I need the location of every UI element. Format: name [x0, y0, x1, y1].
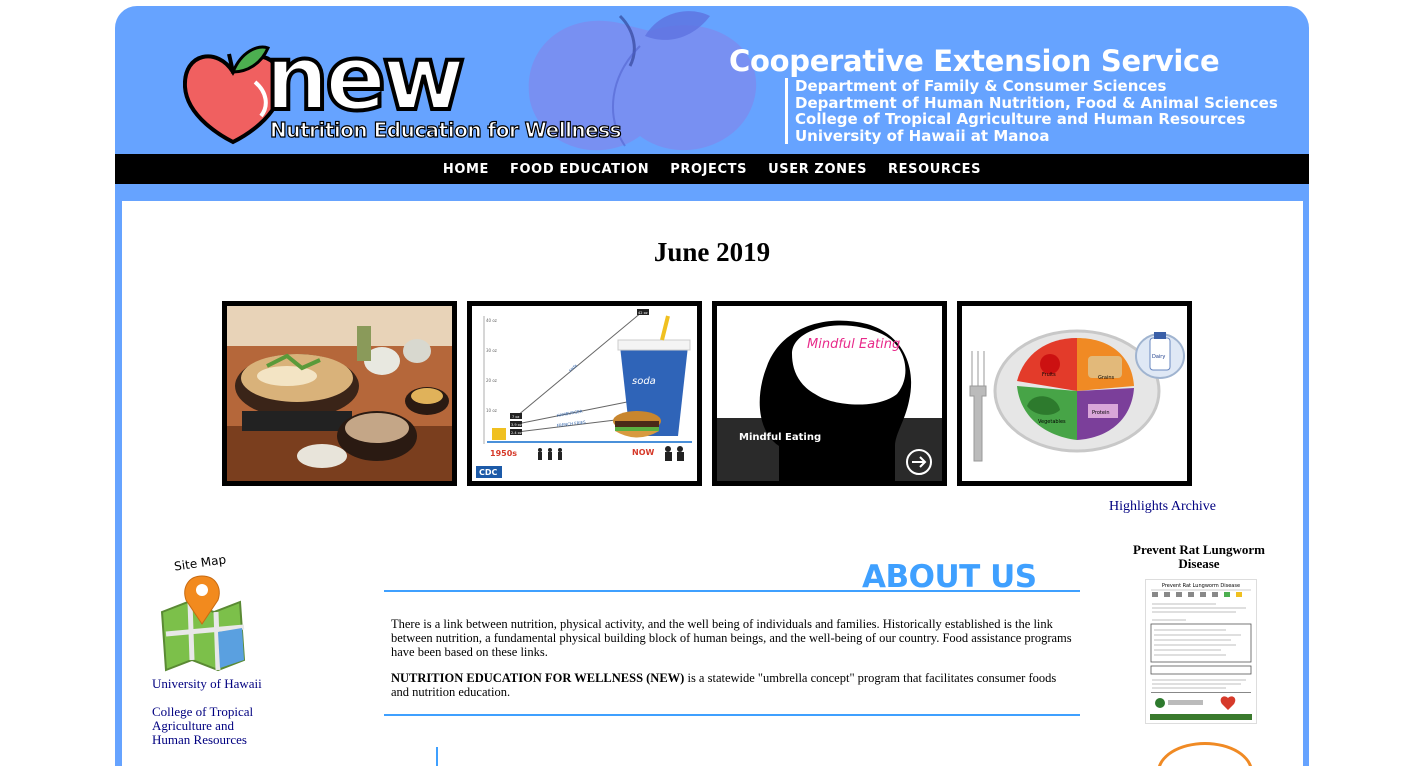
- about-paragraph: There is a link between nutrition, physi…: [391, 617, 1072, 659]
- svg-text:NOW: NOW: [632, 448, 654, 457]
- svg-text:7 oz: 7 oz: [512, 415, 519, 419]
- mindful-eating-head-text: Mindful Eating: [807, 337, 900, 352]
- svg-text:Grains: Grains: [1098, 375, 1115, 381]
- svg-text:1950s: 1950s: [490, 449, 517, 458]
- about-bottom-rule: [384, 714, 1080, 716]
- nav-projects[interactable]: PROJECTS: [670, 162, 747, 177]
- rat-lungworm-poster[interactable]: Prevent Rat Lungworm Disease: [1145, 579, 1257, 724]
- mindful-eating-graphic: Mindful Eating Mindful Eating: [717, 306, 942, 481]
- svg-text:Dairy: Dairy: [1152, 354, 1165, 360]
- org-divider: [785, 78, 788, 144]
- logo-new-wordmark: new: [263, 26, 467, 131]
- decorative-orange-arc: [1157, 742, 1253, 766]
- svg-text:Fruits: Fruits: [1042, 372, 1056, 378]
- rat-lungworm-title: Prevent Rat Lungworm Disease: [1133, 542, 1265, 571]
- org-title: Cooperative Extension Service: [729, 44, 1220, 78]
- tile-japanese-meal[interactable]: [222, 301, 457, 486]
- svg-text:CDC: CDC: [479, 468, 498, 477]
- org-line: Department of Family & Consumer Sciences: [795, 77, 1167, 95]
- svg-text:FRENCH FRIES: FRENCH FRIES: [557, 419, 587, 428]
- org-departments: Department of Family & Consumer Sciences…: [795, 78, 1278, 144]
- about-us-heading: ABOUT US: [862, 559, 1037, 595]
- svg-text:soda: soda: [632, 376, 656, 387]
- org-line: Department of Human Nutrition, Food & An…: [795, 93, 1278, 112]
- svg-text:2.4 oz: 2.4 oz: [511, 431, 522, 435]
- poster-title: Prevent Rat Lungworm Disease: [1162, 583, 1240, 589]
- map-pin-icon: [160, 575, 246, 672]
- tile-myplate[interactable]: Fruits Grains Vegetables Protein Dairy: [957, 301, 1192, 486]
- svg-text:3.9 oz: 3.9 oz: [511, 423, 522, 427]
- svg-text:42 oz: 42 oz: [638, 311, 648, 315]
- logo-subtitle: Nutrition Education for Wellness: [269, 117, 622, 142]
- about-program-name: NUTRITION EDUCATION FOR WELLNESS (NEW): [391, 671, 685, 685]
- external-links: University of Hawaii College of Tropical…: [152, 677, 302, 761]
- nav-food-education[interactable]: FOOD EDUCATION: [510, 162, 649, 177]
- y-tick: 20 oz: [486, 378, 497, 383]
- org-line: College of Tropical Agriculture and Huma…: [795, 110, 1246, 128]
- tile-portion-sizes[interactable]: 40 oz 30 oz 20 oz 10 oz 7 oz 3.9 oz 2.4 …: [467, 301, 702, 486]
- section-marker: [436, 747, 438, 766]
- svg-text:Protein: Protein: [1092, 410, 1110, 416]
- svg-text:soda: soda: [567, 362, 578, 372]
- y-tick: 10 oz: [486, 408, 497, 413]
- about-us-body: There is a link between nutrition, physi…: [391, 617, 1077, 711]
- portion-sizes-infographic: 40 oz 30 oz 20 oz 10 oz 7 oz 3.9 oz 2.4 …: [472, 306, 697, 481]
- highlights-archive-link[interactable]: Highlights Archive: [1109, 499, 1216, 515]
- highlights-title: June 2019: [653, 237, 771, 267]
- nav-home[interactable]: HOME: [443, 162, 489, 177]
- org-line: University of Hawaii at Manoa: [795, 126, 1050, 145]
- y-tick: 40 oz: [486, 318, 497, 323]
- link-ctahr[interactable]: College of Tropical Agriculture and Huma…: [152, 705, 272, 747]
- nav-resources[interactable]: RESOURCES: [888, 162, 981, 177]
- tile-mindful-eating[interactable]: Mindful Eating Mindful Eating: [712, 301, 947, 486]
- y-tick: 30 oz: [486, 348, 497, 353]
- page-frame: new Nutrition Education for Wellness Coo…: [115, 6, 1309, 766]
- myplate-graphic: Fruits Grains Vegetables Protein Dairy: [962, 306, 1187, 481]
- about-paragraph: NUTRITION EDUCATION FOR WELLNESS (NEW) i…: [391, 671, 1077, 699]
- main-nav: HOME FOOD EDUCATION PROJECTS USER ZONES …: [115, 154, 1309, 184]
- link-university-of-hawaii[interactable]: University of Hawaii: [152, 677, 302, 691]
- main-content: June 2019 40 oz 30 oz 20 oz 10 oz 7 oz 3…: [122, 201, 1303, 766]
- svg-text:Vegetables: Vegetables: [1038, 419, 1066, 425]
- svg-text:HAMBURGER: HAMBURGER: [556, 408, 583, 417]
- site-map-label: Site Map: [173, 552, 227, 574]
- nav-user-zones[interactable]: USER ZONES: [768, 162, 867, 177]
- japanese-meal-image: [227, 306, 452, 481]
- header-banner: new Nutrition Education for Wellness Coo…: [115, 6, 1309, 154]
- mindful-eating-caption: Mindful Eating: [739, 432, 821, 443]
